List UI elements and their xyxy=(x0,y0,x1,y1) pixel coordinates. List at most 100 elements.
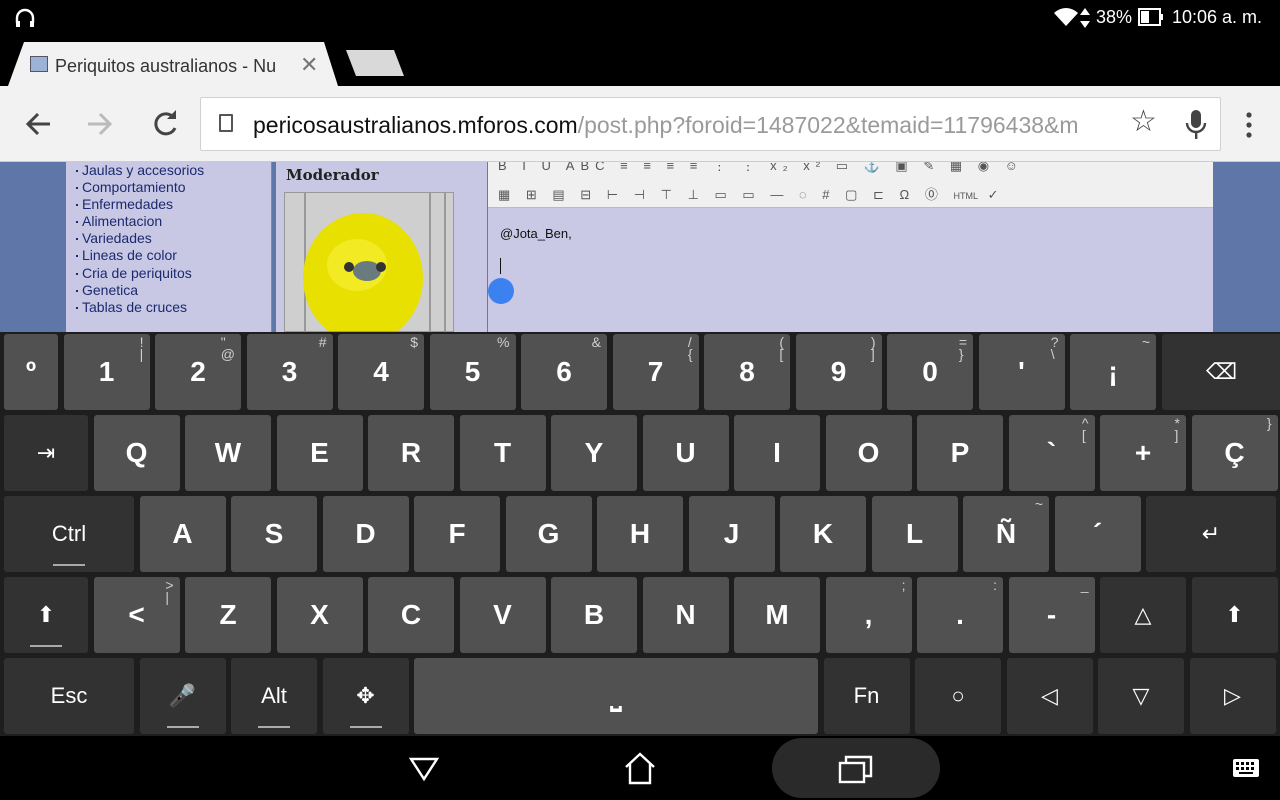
key-shift-left[interactable]: ⬆ xyxy=(4,577,88,653)
key-l[interactable]: L xyxy=(871,496,958,572)
key-secondary-label: / { xyxy=(687,334,693,362)
key-6[interactable]: 6 & xyxy=(521,334,607,410)
forum-nav-item[interactable]: Tablas de cruces xyxy=(76,299,271,316)
post-editor[interactable]: B I U ABC ≡ ≡ ≡ ≡ ⋮ ⋮ x₂ x² ▭ ⚓ ▣ ✎ ▦ ◉ … xyxy=(488,162,1213,332)
key-comma[interactable]: ,; xyxy=(825,577,912,653)
tab-active[interactable]: Periquitos australianos - Nu ✕ xyxy=(8,42,338,86)
key-9[interactable]: 9) ] xyxy=(795,334,882,410)
key-label: , xyxy=(864,599,873,630)
key-k[interactable]: K xyxy=(780,496,866,572)
reload-icon[interactable] xyxy=(147,106,183,142)
forum-nav-item[interactable]: Jaulas y accesorios xyxy=(76,162,271,179)
key-a[interactable]: A xyxy=(139,496,226,572)
key-u[interactable]: U xyxy=(642,415,729,491)
key-fn[interactable]: Fn xyxy=(823,658,910,734)
key-acute[interactable]: ´ xyxy=(1054,496,1141,572)
page-info-icon[interactable] xyxy=(219,114,233,132)
key-7[interactable]: 7 / { xyxy=(612,334,699,410)
key-0[interactable]: 0 = } xyxy=(887,334,973,410)
key-s[interactable]: S xyxy=(231,496,317,572)
close-tab-icon[interactable]: ✕ xyxy=(300,52,318,78)
forum-nav-item[interactable]: Variedades xyxy=(76,230,271,247)
key-3[interactable]: 3 # xyxy=(246,334,333,410)
key-j[interactable]: J xyxy=(688,496,775,572)
microphone-icon[interactable] xyxy=(1185,110,1207,140)
key-enter[interactable]: ↵ xyxy=(1146,496,1276,572)
cursor-handle[interactable] xyxy=(488,278,514,304)
editor-toolbar-row-2[interactable]: ▦ ⊞ ▤ ⊟ ⊢ ⊣ ⊤ ⊥ ▭ ▭ — ◌ # ▢ ⊏ Ω ⓪ HTML ✓ xyxy=(498,184,1280,260)
key-4[interactable]: 4 $ xyxy=(338,334,424,410)
forum-nav-item[interactable]: Enfermedades xyxy=(76,196,271,213)
key-minus[interactable]: - _ xyxy=(1008,577,1095,653)
key-i[interactable]: I xyxy=(734,415,820,491)
key-n[interactable]: N xyxy=(642,577,729,653)
key-up-arrow[interactable]: △ xyxy=(1100,577,1186,653)
key-e[interactable]: E xyxy=(276,415,363,491)
key-r[interactable]: R xyxy=(368,415,454,491)
key-less-than[interactable]: < > | xyxy=(93,577,180,653)
forward-arrow-icon[interactable] xyxy=(82,106,118,142)
overflow-menu-icon[interactable] xyxy=(1244,112,1254,138)
key-t[interactable]: T xyxy=(459,415,546,491)
key-q[interactable]: Q xyxy=(93,415,180,491)
key-apostrophe[interactable]: ' ? \ xyxy=(978,334,1065,410)
bookmark-star-icon[interactable]: ☆ xyxy=(1130,104,1157,139)
key-w[interactable]: W xyxy=(185,415,271,491)
editor-text[interactable]: @Jota_Ben, xyxy=(500,226,572,241)
key-secondary-label: ) ] xyxy=(870,334,876,362)
key-b[interactable]: B xyxy=(551,577,637,653)
key-voice[interactable]: 🎤 xyxy=(139,658,226,734)
forum-nav-item[interactable]: Comportamiento xyxy=(76,179,271,196)
key-space[interactable]: ⎵ xyxy=(414,658,818,734)
back-triangle-icon[interactable] xyxy=(408,756,440,782)
key-c-cedilla[interactable]: Ç} xyxy=(1191,415,1278,491)
key-z[interactable]: Z xyxy=(185,577,271,653)
key-alt[interactable]: Alt xyxy=(231,658,317,734)
key-x[interactable]: X xyxy=(276,577,363,653)
key-period[interactable]: .: xyxy=(917,577,1003,653)
key-c[interactable]: C xyxy=(368,577,454,653)
key-left-arrow[interactable]: ◁ xyxy=(1006,658,1093,734)
recent-apps-icon[interactable] xyxy=(838,754,874,784)
key-home[interactable]: ○ xyxy=(915,658,1001,734)
address-bar[interactable]: pericosaustralianos.mforos.com/post.php?… xyxy=(200,97,1221,151)
key-f[interactable]: F xyxy=(414,496,500,572)
back-arrow-icon[interactable] xyxy=(20,106,56,142)
key-n-tilde[interactable]: Ñ ~ xyxy=(963,496,1049,572)
key-y[interactable]: Y xyxy=(551,415,637,491)
key-grave[interactable]: ` ^ [ xyxy=(1008,415,1095,491)
key-tab[interactable]: ⇥ xyxy=(4,415,88,491)
key-ctrl[interactable]: Ctrl xyxy=(4,496,134,572)
key-ordinal[interactable]: º xyxy=(4,334,58,410)
forum-nav-item[interactable]: Lineas de color xyxy=(76,247,271,264)
key-plus[interactable]: + * ] xyxy=(1100,415,1186,491)
key-inverted-exclamation[interactable]: ¡ ~ xyxy=(1070,334,1156,410)
key-h[interactable]: H xyxy=(597,496,683,572)
keyboard-switch-icon[interactable] xyxy=(1232,758,1260,778)
home-icon[interactable] xyxy=(622,750,658,786)
url-text[interactable]: pericosaustralianos.mforos.com/post.php?… xyxy=(253,112,1117,139)
key-v[interactable]: V xyxy=(459,577,546,653)
key-m[interactable]: M xyxy=(734,577,820,653)
forum-nav-item[interactable]: Cria de periquitos xyxy=(76,265,271,282)
key-right-arrow[interactable]: ▷ xyxy=(1189,658,1276,734)
key-settings[interactable]: ✥ xyxy=(322,658,409,734)
key-shift-right[interactable]: ⬆ xyxy=(1191,577,1278,653)
key-5[interactable]: 5% xyxy=(429,334,516,410)
key-1[interactable]: 1 ! | xyxy=(63,334,150,410)
key-o[interactable]: O xyxy=(825,415,912,491)
forum-nav-item[interactable]: Genetica xyxy=(76,282,271,299)
key-backspace[interactable]: ⌫ xyxy=(1161,334,1280,410)
key-esc[interactable]: Esc xyxy=(4,658,134,734)
key-8[interactable]: 8 ( [ xyxy=(704,334,790,410)
key-g[interactable]: G xyxy=(505,496,592,572)
key-d[interactable]: D xyxy=(322,496,409,572)
key-down-arrow[interactable]: ▽ xyxy=(1098,658,1184,734)
new-tab-button[interactable] xyxy=(346,50,404,76)
html-button[interactable]: HTML xyxy=(953,191,978,201)
key-label: ◁ xyxy=(1041,683,1058,708)
key-p[interactable]: P xyxy=(917,415,1003,491)
forum-nav-item[interactable]: Alimentacion xyxy=(76,213,271,230)
key-2[interactable]: 2 " @ xyxy=(155,334,241,410)
key-label: W xyxy=(214,437,242,468)
